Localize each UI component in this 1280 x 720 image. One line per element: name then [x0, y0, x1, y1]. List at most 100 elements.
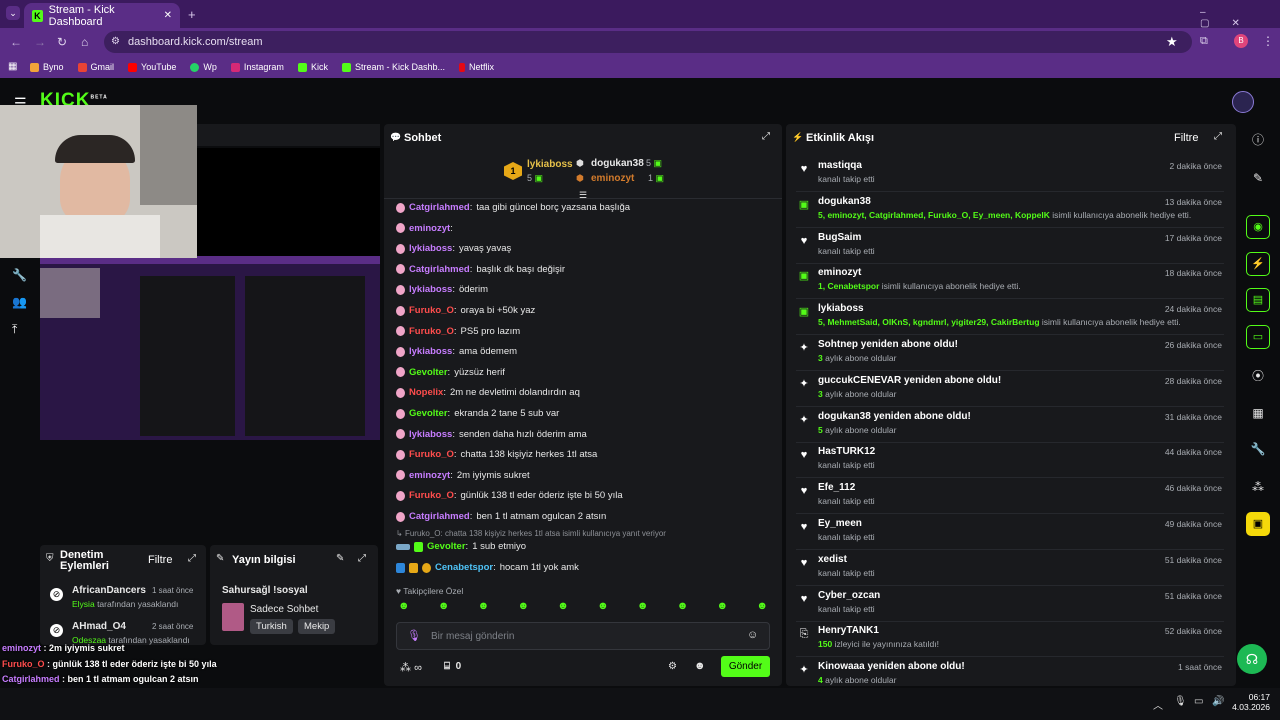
chat-username[interactable]: Catgirlahmed	[409, 202, 470, 213]
share-icon[interactable]: ⁂	[1246, 475, 1270, 499]
moderation-filter-button[interactable]: Filtre	[148, 554, 172, 566]
chat-username[interactable]: lykiaboss	[409, 346, 452, 357]
browser-menu-icon[interactable]: ⋮	[1262, 34, 1274, 48]
feed-filter-button[interactable]: Filtre	[1174, 132, 1198, 144]
mod-item-user[interactable]: AfricanDancers	[72, 585, 146, 596]
chat-message[interactable]: Gevolter: ekranda 2 tane 5 sub var	[396, 408, 559, 419]
expand-icon[interactable]: ⤢	[762, 131, 770, 142]
queue-icon[interactable]: ▦	[1246, 401, 1270, 425]
chat-username[interactable]: lykiaboss	[409, 429, 452, 440]
reload-icon[interactable]: ↻	[57, 35, 67, 49]
event-title[interactable]: mastiqqa	[818, 160, 862, 171]
event-title[interactable]: HasTURK12	[818, 446, 875, 457]
apps-grid-icon[interactable]: ▦	[8, 61, 17, 72]
chat-username[interactable]: Catgirlahmed	[409, 511, 470, 522]
chat-message[interactable]: lykiaboss: yavaş yavaş	[396, 243, 511, 254]
forward-icon[interactable]: →	[34, 35, 46, 49]
upload-icon[interactable]: ⤒	[12, 322, 17, 337]
bookmark-byno[interactable]: Byno	[30, 62, 64, 72]
chat-username[interactable]: lykiaboss	[409, 243, 452, 254]
chat-icon[interactable]: ▭	[1246, 325, 1270, 349]
emote-icon[interactable]: ☻	[517, 600, 529, 616]
users-icon[interactable]: 👥	[12, 295, 27, 309]
emote-icon[interactable]: ☻	[557, 600, 569, 616]
tab-list-icon[interactable]: ⌄	[6, 6, 20, 20]
chat-message[interactable]: Furuko_O: PS5 pro lazım	[396, 326, 520, 337]
bookmark-instagram[interactable]: Instagram	[230, 62, 284, 72]
chat-username[interactable]: eminozyt	[409, 223, 450, 234]
chat-username[interactable]: lykiaboss	[409, 284, 452, 295]
profile-avatar[interactable]: B	[1234, 34, 1248, 48]
chat-message[interactable]: eminozyt:2m iyiymis sukret	[396, 470, 530, 481]
edit-icon[interactable]: ✎	[1246, 166, 1270, 190]
emote-icon[interactable]: ☻	[438, 600, 450, 616]
event-title[interactable]: Kinowaaa yeniden abone oldu!	[818, 661, 965, 672]
chat-message[interactable]: Furuko_O: günlük 138 tl eder öderiz işte …	[396, 490, 623, 501]
event-item[interactable]: ✦ dogukan38 yeniden abone oldu! 5 aylık ab…	[796, 407, 1224, 443]
volume-icon[interactable]: 🔊	[1212, 696, 1224, 707]
event-title[interactable]: eminozyt	[818, 267, 861, 278]
microphone-tray-icon[interactable]: 🎙	[1174, 696, 1187, 707]
bookmark-wp[interactable]: Wp	[190, 62, 217, 72]
expand-icon[interactable]: ⤢	[358, 553, 366, 564]
gift-count[interactable]: ⌸ 0	[444, 661, 461, 672]
event-title[interactable]: Cyber_ozcan	[818, 590, 880, 601]
chat-message[interactable]: lykiaboss: ama ödemem	[396, 346, 517, 357]
event-title[interactable]: dogukan38	[818, 196, 871, 207]
event-item[interactable]: ▣ eminozyt 1, Cenabetspor isimli kullanıcı…	[796, 263, 1224, 300]
emote-icon[interactable]: ☻	[637, 600, 649, 616]
bookmark-star-icon[interactable]: ★	[1166, 34, 1178, 50]
event-title[interactable]: lykiaboss	[818, 303, 864, 314]
home-icon[interactable]: ⌂	[81, 35, 88, 49]
chat-message[interactable]: eminozyt:	[396, 223, 457, 234]
event-title[interactable]: BugSaim	[818, 232, 861, 243]
chat-message[interactable]: Cenabetspor: hocam 1tl yok amk	[396, 562, 579, 573]
chat-username[interactable]: Furuko_O	[409, 490, 454, 501]
event-item[interactable]: ♥ mastiqqa kanalı takip etti 2 dakika önce	[796, 156, 1224, 192]
chat-username[interactable]: Furuko_O	[409, 305, 454, 316]
expand-icon[interactable]: ⤢	[1214, 131, 1222, 142]
event-title[interactable]: HenryTANK1	[818, 625, 879, 636]
event-title[interactable]: xedist	[818, 554, 847, 565]
extensions-icon[interactable]: ⧉	[1200, 35, 1208, 48]
bookmark-kick[interactable]: Kick	[297, 62, 328, 72]
tag-mekip[interactable]: Mekip	[298, 619, 336, 634]
chat-message[interactable]: Nopelix:2m ne devletimi dolandırdın aq	[396, 387, 580, 398]
chat-username[interactable]: Catgirlahmed	[409, 264, 470, 275]
info-icon[interactable]: ⓘ	[1246, 128, 1270, 152]
event-title[interactable]: Efe_112	[818, 482, 855, 493]
mod-item-user[interactable]: AHmad_O4	[72, 621, 126, 632]
user-avatar[interactable]	[1232, 91, 1254, 113]
wrench-icon[interactable]: 🔧	[1246, 437, 1270, 461]
close-tab-icon[interactable]: ✕	[164, 10, 172, 21]
event-item[interactable]: ▣ dogukan38 5, eminozyt, Catgirlahmed, Fur…	[796, 192, 1224, 228]
emote-picker-icon[interactable]: ☻	[694, 660, 706, 672]
event-item[interactable]: ♥ xedist kanalı takip etti 51 dakika önce	[796, 550, 1224, 586]
chat-message[interactable]: Catgirlahmed: başlık dk başı değişir	[396, 264, 565, 275]
event-title[interactable]: Ey_meen	[818, 518, 862, 529]
event-item[interactable]: ♥ Ey_meen kanalı takip etti 49 dakika önce	[796, 514, 1224, 550]
camera-icon[interactable]: ◉	[1246, 215, 1270, 239]
event-title[interactable]: dogukan38 yeniden abone oldu!	[818, 411, 971, 422]
microphone-icon[interactable]: 🎙	[407, 629, 421, 642]
bookmark-stream-dashboard[interactable]: Stream - Kick Dashb...	[341, 62, 445, 72]
expand-icon[interactable]: ⤢	[188, 553, 196, 564]
chat-username[interactable]: Furuko_O	[409, 326, 454, 337]
emote-icon[interactable]: ☻	[717, 600, 729, 616]
bookmark-youtube[interactable]: YouTube	[128, 62, 176, 72]
clock[interactable]: 06:17 4.03.2026	[1230, 692, 1270, 712]
clipboard-icon[interactable]: ▤	[1246, 288, 1270, 312]
emoji-icon[interactable]: ☺	[747, 629, 758, 641]
emote-icon[interactable]: ☻	[398, 600, 410, 616]
clapper-icon[interactable]: ▣	[1246, 512, 1270, 536]
top-gifter-name[interactable]: dogukan38	[591, 158, 644, 169]
new-tab-icon[interactable]: +	[188, 7, 196, 22]
message-input-box[interactable]: 🎙 Bir mesaj gönderin ☺	[396, 622, 770, 650]
event-item[interactable]: ♥ HasTURK12 kanalı takip etti 44 dakika önc…	[796, 442, 1224, 479]
chat-username[interactable]: eminozyt	[409, 470, 450, 481]
chat-message[interactable]: lykiaboss: senden daha hızlı öderim ama	[396, 429, 587, 440]
points-icon[interactable]: ⁂ ∞	[400, 661, 422, 674]
url-input[interactable]: dashboard.kick.com/stream	[104, 31, 1192, 53]
lightning-icon[interactable]: ⚡	[1246, 252, 1270, 276]
window-controls[interactable]: –▢✕	[1200, 7, 1280, 29]
